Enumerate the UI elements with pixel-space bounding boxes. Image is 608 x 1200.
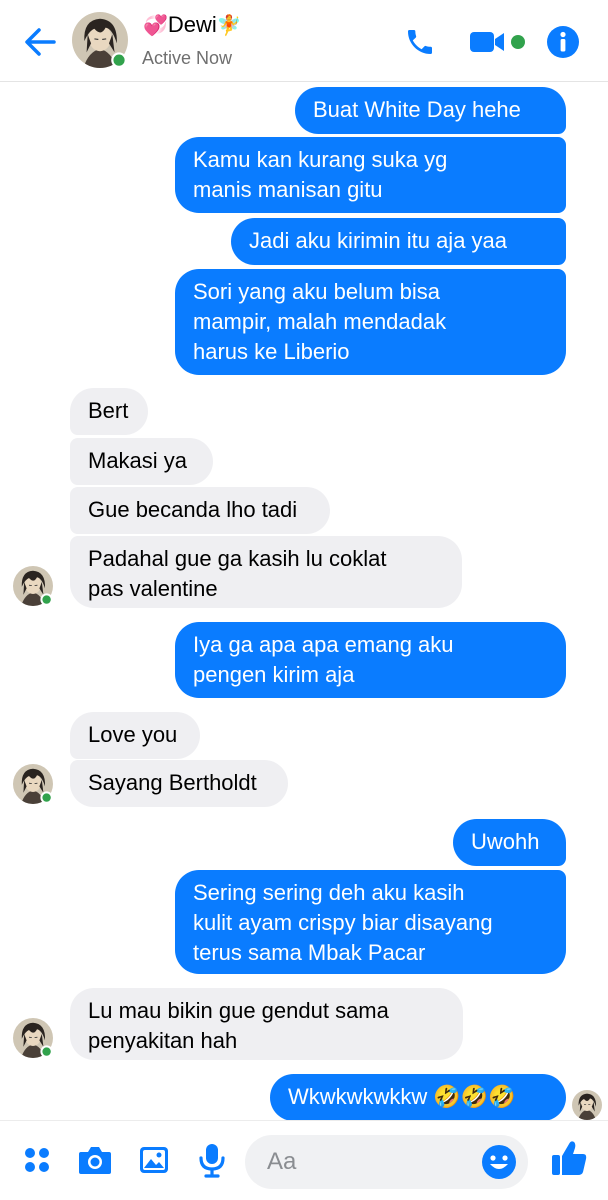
four-dots-menu-icon[interactable] — [16, 1139, 58, 1181]
phone-icon[interactable] — [402, 24, 438, 60]
message-bubble-incoming[interactable]: Lu mau bikin gue gendut sama penyakitan … — [70, 988, 463, 1060]
message-bubble-outgoing[interactable]: Wkwkwkwkkw 🤣🤣🤣 — [270, 1074, 566, 1121]
sender-avatar[interactable] — [13, 566, 49, 602]
message-input[interactable]: Aa — [245, 1135, 528, 1189]
message-bubble-outgoing[interactable]: Jadi aku kirimin itu aja yaa — [231, 218, 566, 265]
video-call-icon[interactable] — [466, 24, 532, 60]
message-bubble-outgoing[interactable]: Buat White Day hehe — [295, 87, 566, 134]
fairy-emoji: 🧚 — [216, 15, 242, 37]
info-icon[interactable] — [545, 24, 581, 60]
camera-icon[interactable] — [74, 1139, 116, 1181]
contact-name[interactable]: 💞Dewi🧚 — [143, 12, 242, 38]
message-bubble-incoming[interactable]: Love you — [70, 712, 200, 759]
sender-avatar[interactable] — [13, 764, 49, 800]
message-bubble-outgoing[interactable]: Kamu kan kurang suka yg manis manisan gi… — [175, 137, 566, 213]
hearts-emoji: 💞 — [143, 15, 168, 37]
message-input-placeholder: Aa — [267, 1148, 297, 1175]
seen-receipt-avatar — [572, 1090, 602, 1120]
back-arrow-icon[interactable] — [20, 22, 60, 62]
thumbs-up-icon[interactable] — [548, 1137, 590, 1179]
sender-avatar[interactable] — [13, 1018, 49, 1054]
chat-header: 💞Dewi🧚 Active Now — [0, 0, 608, 82]
message-composer: Aa — [0, 1120, 608, 1200]
gallery-image-icon[interactable] — [133, 1139, 175, 1181]
message-bubble-incoming[interactable]: Sayang Bertholdt — [70, 760, 288, 807]
contact-avatar[interactable] — [72, 12, 128, 68]
message-bubble-outgoing[interactable]: Sering sering deh aku kasih kulit ayam c… — [175, 870, 566, 974]
message-bubble-incoming[interactable]: Gue becanda lho tadi — [70, 487, 330, 534]
message-bubble-outgoing[interactable]: Sori yang aku belum bisa mampir, malah m… — [175, 269, 566, 375]
message-thread[interactable]: Buat White Day hehe Kamu kan kurang suka… — [0, 82, 608, 1121]
online-dot-icon — [111, 52, 127, 68]
message-bubble-outgoing[interactable]: Uwohh — [453, 819, 566, 866]
message-bubble-incoming[interactable]: Bert — [70, 388, 148, 435]
video-active-dot-icon — [511, 35, 525, 49]
message-bubble-incoming[interactable]: Makasi ya — [70, 438, 213, 485]
message-bubble-outgoing[interactable]: Iya ga apa apa emang aku pengen kirim aj… — [175, 622, 566, 698]
active-status: Active Now — [142, 48, 233, 68]
message-bubble-incoming[interactable]: Padahal gue ga kasih lu coklat pas valen… — [70, 536, 462, 608]
contact-name-text: Dewi — [167, 12, 217, 37]
smiley-emoji-icon[interactable] — [480, 1143, 518, 1181]
microphone-icon[interactable] — [191, 1139, 233, 1181]
